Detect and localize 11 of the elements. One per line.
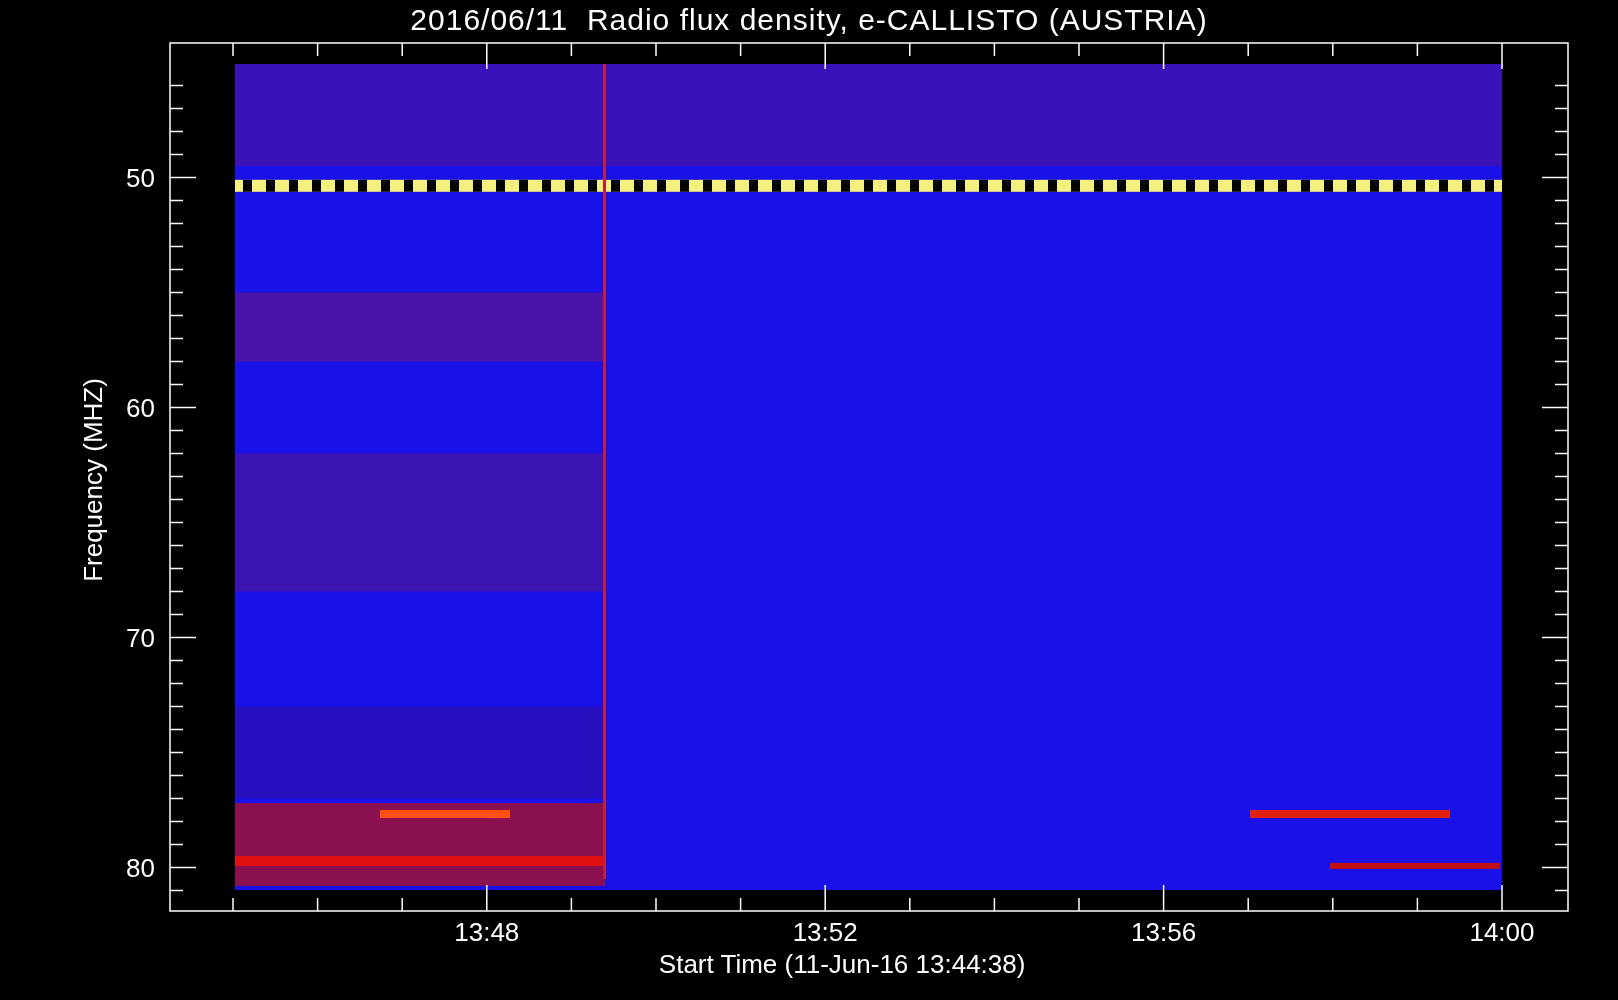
y-tick-label: 70 [126,622,155,653]
y-tick-label: 80 [126,852,155,883]
x-tick-label: 13:48 [454,917,520,947]
x-axis-label: Start Time (11-Jun-16 13:44:38) [658,949,1026,979]
x-tick-label: 13:52 [792,917,858,947]
y-tick-label: 60 [126,392,155,423]
x-tick-label: 14:00 [1469,917,1535,947]
x-tick-label: 13:56 [1131,917,1197,947]
y-tick-label: 50 [126,162,155,193]
y-axis-label: Frequency (MHZ) [78,378,108,582]
chart-title: 2016/06/11 Radio flux density, e-CALLISTO (AUSTRIA) [410,2,1208,38]
